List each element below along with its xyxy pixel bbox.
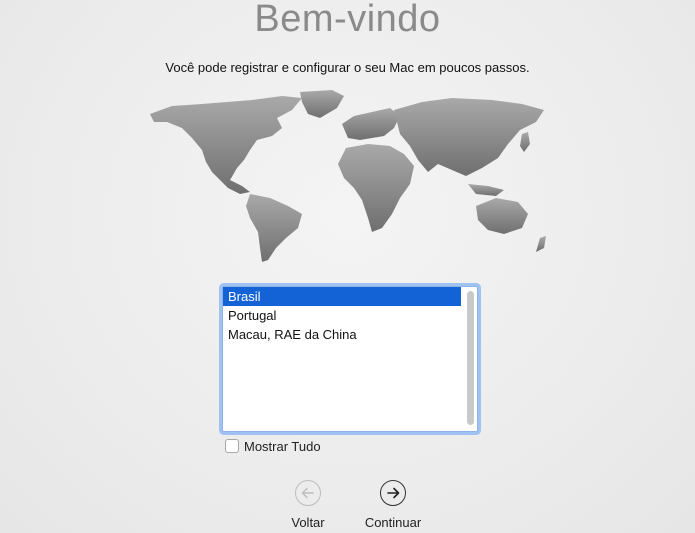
world-map-image [150,90,546,262]
back-label[interactable]: Voltar [263,515,353,530]
region-item-portugal[interactable]: Portugal [223,306,461,325]
forward-arrow-icon[interactable] [380,480,406,506]
region-list[interactable]: Brasil Portugal Macau, RAE da China [222,286,478,432]
back-arrow-icon[interactable] [295,480,321,506]
page-title: Bem-vindo [254,0,441,40]
show-all-checkbox[interactable] [225,439,239,453]
continue-button[interactable]: Continuar [348,480,438,530]
show-all-label[interactable]: Mostrar Tudo [244,439,321,454]
region-item-macau[interactable]: Macau, RAE da China [223,325,461,344]
show-all-option[interactable]: Mostrar Tudo [225,438,321,454]
region-item-brasil[interactable]: Brasil [223,287,461,306]
list-scrollbar[interactable] [467,291,474,425]
continue-label[interactable]: Continuar [348,515,438,530]
back-button[interactable]: Voltar [263,480,353,530]
page-subtitle: Você pode registrar e configurar o seu M… [165,60,530,75]
